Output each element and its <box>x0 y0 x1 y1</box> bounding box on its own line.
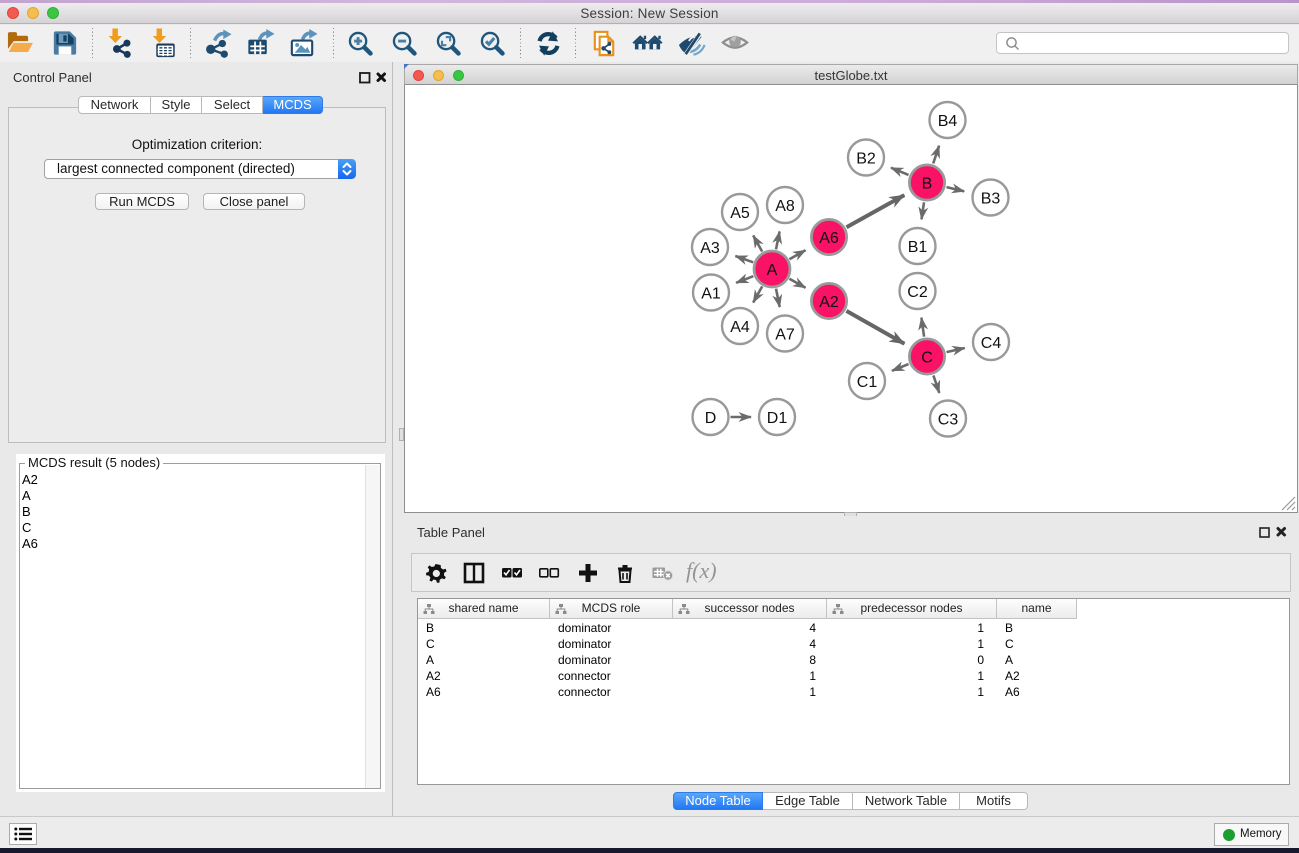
svg-text:C1: C1 <box>857 374 878 391</box>
svg-text:A: A <box>767 262 778 279</box>
svg-text:D: D <box>705 410 717 427</box>
svg-text:A8: A8 <box>775 198 795 215</box>
svg-text:A6: A6 <box>819 230 839 247</box>
svg-text:B: B <box>922 176 933 193</box>
svg-text:C4: C4 <box>981 335 1002 352</box>
svg-text:B2: B2 <box>856 151 876 168</box>
svg-text:A2: A2 <box>819 294 839 311</box>
svg-text:A7: A7 <box>775 327 795 344</box>
svg-text:C2: C2 <box>907 284 928 301</box>
svg-text:B4: B4 <box>938 113 958 130</box>
svg-text:A4: A4 <box>730 319 750 336</box>
svg-text:C3: C3 <box>938 412 959 429</box>
svg-text:A5: A5 <box>730 205 750 222</box>
svg-text:B3: B3 <box>981 191 1001 208</box>
svg-text:A3: A3 <box>700 240 720 257</box>
svg-text:D1: D1 <box>767 410 788 427</box>
svg-text:A1: A1 <box>701 286 721 303</box>
svg-text:C: C <box>921 350 933 367</box>
svg-text:B1: B1 <box>908 239 928 256</box>
